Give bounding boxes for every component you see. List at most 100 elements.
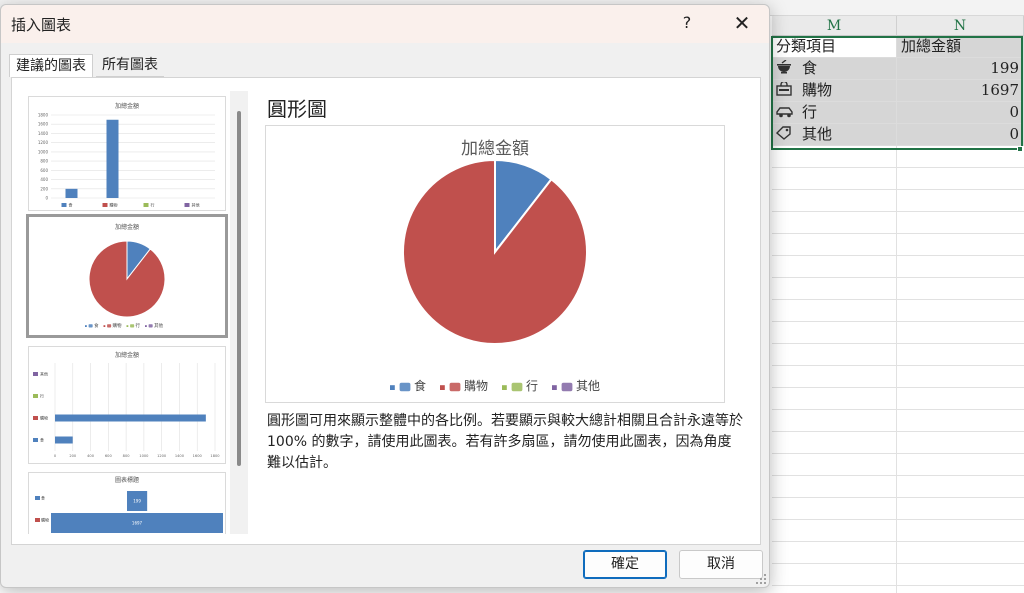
empty-row[interactable] — [772, 520, 1024, 542]
thumbnail-title: 加總金額 — [115, 351, 139, 359]
legend-category-icon — [399, 382, 411, 392]
x-tick-label: 0 — [54, 454, 57, 458]
chart-title: 加總金額 — [461, 139, 529, 159]
fill-handle[interactable] — [1017, 146, 1023, 152]
y-tick-label: 購物 — [41, 517, 49, 523]
y-tick-label: 600 — [40, 168, 48, 173]
y-tick-label: 1400 — [38, 131, 49, 136]
y-tick-label: 食 — [40, 437, 44, 443]
category-icon — [33, 372, 38, 376]
empty-row[interactable] — [772, 366, 1024, 388]
legend-swatch — [440, 385, 445, 390]
empty-row[interactable] — [772, 234, 1024, 256]
y-tick-label: 行 — [40, 393, 44, 399]
category-icon — [33, 416, 38, 420]
chart-description: 圓形圖可用來顯示整體中的各比例。若要顯示與較大總計相關且合計永遠等於 100% … — [267, 413, 743, 471]
category-icon — [33, 394, 38, 398]
column-bar — [106, 119, 119, 198]
thumbnail-labeled-bar-chart[interactable]: 圖表標題 食 199 購物 1697 — [28, 472, 226, 534]
empty-row[interactable] — [772, 388, 1024, 410]
column-divider — [896, 146, 897, 593]
column-header-m[interactable]: M — [772, 16, 897, 36]
y-tick-label: 800 — [40, 159, 48, 164]
insert-chart-dialog: 插入圖表 ? ✕ 建議的圖表 所有圖表 加總金額 1800 1600 1400 120… — [0, 4, 770, 588]
legend-swatch — [145, 325, 147, 327]
x-tick-label: 行 — [151, 202, 155, 208]
x-tick-label: 食 — [69, 202, 73, 208]
x-tick-label: 1200 — [157, 454, 167, 458]
category-icon — [102, 203, 108, 207]
category-icon — [143, 203, 149, 207]
column-header-n[interactable]: N — [897, 16, 1024, 36]
category-icon — [35, 518, 40, 522]
legend-swatch — [126, 325, 129, 327]
empty-row[interactable] — [772, 476, 1024, 498]
empty-row[interactable] — [772, 564, 1024, 586]
empty-row[interactable] — [772, 212, 1024, 234]
thumbnail-pie-chart[interactable]: 加總金額 食 購物 行 其他 — [26, 214, 228, 338]
legend-category-icon — [561, 382, 573, 392]
empty-row[interactable] — [772, 322, 1024, 344]
x-tick-label: 1600 — [193, 454, 203, 458]
category-icon — [33, 438, 38, 442]
empty-row[interactable] — [772, 432, 1024, 454]
bar-value-label: 199 — [133, 499, 141, 504]
close-button[interactable]: ✕ — [727, 9, 757, 37]
x-tick-label: 其他 — [192, 202, 200, 208]
legend-category-icon — [449, 382, 461, 392]
y-tick-label: 1200 — [38, 140, 49, 145]
empty-row[interactable] — [772, 190, 1024, 212]
empty-row[interactable] — [772, 586, 1024, 593]
ok-button[interactable]: 確定 — [583, 550, 667, 579]
legend-label: 購物 — [113, 322, 122, 329]
resize-grip-icon[interactable] — [755, 573, 767, 585]
empty-row[interactable] — [772, 256, 1024, 278]
empty-row[interactable] — [772, 498, 1024, 520]
legend-label: 食 — [94, 322, 99, 329]
x-tick-label: 1800 — [210, 454, 220, 458]
column-bar — [65, 188, 78, 198]
y-tick-label: 0 — [45, 196, 48, 201]
x-tick-label: 購物 — [110, 202, 118, 208]
legend-label: 購物 — [464, 379, 488, 393]
legend-category-icon — [88, 324, 93, 328]
bar-value-label: 1697 — [132, 521, 143, 526]
empty-row[interactable] — [772, 410, 1024, 432]
legend-label: 食 — [414, 378, 426, 393]
empty-row[interactable] — [772, 344, 1024, 366]
thumbnail-title: 加總金額 — [115, 223, 139, 231]
legend-label: 行 — [526, 379, 538, 393]
pie-slice-1 — [402, 158, 588, 345]
empty-row[interactable] — [772, 278, 1024, 300]
category-icon — [35, 496, 40, 500]
legend-category-icon — [130, 324, 135, 328]
empty-row[interactable] — [772, 168, 1024, 190]
chart-thumbnail-list: 加總金額 1800 1600 1400 1200 1000 800 600 400 200 0 食購… — [26, 91, 228, 534]
cancel-button[interactable]: 取消 — [679, 550, 763, 579]
empty-row[interactable] — [772, 300, 1024, 322]
x-tick-label: 400 — [87, 454, 95, 458]
scrollbar-thumb[interactable] — [237, 111, 241, 466]
thumbnail-bar-chart[interactable]: 加總金額 0 200 400 600 800 1000 1200 1400 1600 1800 其他… — [28, 346, 226, 464]
legend-label: 其他 — [154, 322, 163, 329]
legend-swatch — [390, 385, 395, 390]
x-tick-label: 800 — [123, 454, 131, 458]
legend-swatch — [502, 385, 507, 390]
thumbnail-column-chart[interactable]: 加總金額 1800 1600 1400 1200 1000 800 600 400 200 0 食 購… — [28, 96, 226, 211]
chart-preview-pane: 圓形圖 加總金額 食 購物 行 其他 圓形圖可用來顯示整體中的各比例。若要顯示與較大總… — [259, 91, 750, 534]
y-tick-label: 400 — [40, 177, 48, 182]
help-button[interactable]: ? — [675, 9, 699, 37]
thumbnail-title: 圖表標題 — [115, 476, 139, 484]
thumbnail-scrollbar[interactable] — [230, 91, 248, 534]
empty-row[interactable] — [772, 454, 1024, 476]
legend-label: 其他 — [576, 379, 600, 393]
tab-panel: 加總金額 1800 1600 1400 1200 1000 800 600 400 200 0 食購… — [11, 77, 761, 545]
legend-swatch — [103, 325, 106, 327]
tab-all-charts[interactable]: 所有圖表 — [96, 54, 164, 77]
x-tick-label: 1400 — [175, 454, 185, 458]
empty-row[interactable] — [772, 542, 1024, 564]
thumbnail-title: 加總金額 — [115, 102, 139, 110]
legend-category-icon — [148, 324, 153, 328]
tab-recommended-charts[interactable]: 建議的圖表 — [9, 54, 93, 77]
x-tick-label: 600 — [105, 454, 113, 458]
